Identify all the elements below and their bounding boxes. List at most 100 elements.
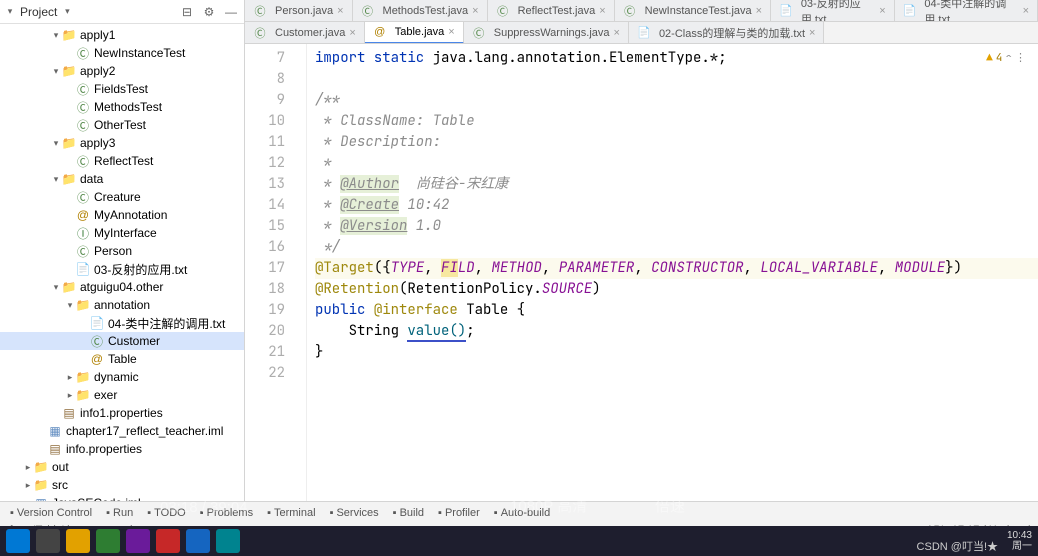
- dropdown-icon[interactable]: ▾: [61, 6, 73, 17]
- editor-tab[interactable]: ⒸSuppressWarnings.java×: [464, 22, 629, 44]
- close-icon[interactable]: ×: [599, 5, 605, 17]
- expand-icon[interactable]: ▸: [64, 390, 76, 401]
- code-line[interactable]: @Retention(RetentionPolicy.SOURCE): [315, 279, 1038, 300]
- tree-item[interactable]: ⒸOtherTest: [0, 116, 244, 134]
- code-line[interactable]: [315, 363, 1038, 384]
- tree-item[interactable]: 📄03-反射的应用.txt: [0, 260, 244, 278]
- tree-item[interactable]: ▸📁exer: [0, 386, 244, 404]
- tree-item[interactable]: @Table: [0, 350, 244, 368]
- app-icon[interactable]: [216, 529, 240, 553]
- explorer-icon[interactable]: [66, 529, 90, 553]
- settings-icon[interactable]: ⚙: [200, 3, 218, 21]
- editor-tab[interactable]: @Table.java×: [365, 22, 464, 44]
- tree-item[interactable]: @MyAnnotation: [0, 206, 244, 224]
- expand-icon[interactable]: ▾: [50, 138, 62, 149]
- tool-window-tab[interactable]: ▪Run: [100, 507, 139, 519]
- tool-window-tab[interactable]: ▪Terminal: [261, 507, 321, 519]
- code-line[interactable]: * @Version 1.0: [315, 216, 1038, 237]
- tree-item[interactable]: ▤info.properties: [0, 440, 244, 458]
- code-line[interactable]: String value();: [315, 321, 1038, 342]
- expand-icon[interactable]: ▸: [22, 480, 34, 491]
- expand-icon[interactable]: ▾: [50, 30, 62, 41]
- editor-tab[interactable]: ⒸReflectTest.java×: [488, 0, 615, 22]
- close-icon[interactable]: ×: [809, 27, 815, 39]
- tree-item[interactable]: ▾📁apply3: [0, 134, 244, 152]
- close-icon[interactable]: ×: [614, 27, 620, 39]
- expand-icon[interactable]: ▾: [64, 300, 76, 311]
- editor-tab[interactable]: ⒸNewInstanceTest.java×: [615, 0, 771, 22]
- tool-window-tab[interactable]: ▪Profiler: [432, 507, 486, 519]
- code-line[interactable]: @Target({TYPE, FILD, METHOD, PARAMETER, …: [315, 258, 1038, 279]
- code-line[interactable]: }: [315, 342, 1038, 363]
- editor-tab[interactable]: 📄02-Class的理解与类的加载.txt×: [629, 22, 825, 44]
- tree-item[interactable]: ⒾMyInterface: [0, 224, 244, 242]
- tree-item[interactable]: ▸📁out: [0, 458, 244, 476]
- app-icon[interactable]: [186, 529, 210, 553]
- code-line[interactable]: * @Create 10:42: [315, 195, 1038, 216]
- editor-tab[interactable]: ⒸPerson.java×: [245, 0, 353, 22]
- tree-item[interactable]: ⒸReflectTest: [0, 152, 244, 170]
- tree-item[interactable]: ▾📁annotation: [0, 296, 244, 314]
- expand-icon[interactable]: ▾: [50, 174, 62, 185]
- tree-item[interactable]: ▦chapter17_reflect_teacher.iml: [0, 422, 244, 440]
- code-line[interactable]: [315, 69, 1038, 90]
- code-line[interactable]: */: [315, 237, 1038, 258]
- collapse-icon[interactable]: ⊟: [178, 3, 196, 21]
- tree-item[interactable]: ⒸMethodsTest: [0, 98, 244, 116]
- tree-item[interactable]: ⒸNewInstanceTest: [0, 44, 244, 62]
- tree-item[interactable]: ⒸPerson: [0, 242, 244, 260]
- tree-item[interactable]: ▾📁atguigu04.other: [0, 278, 244, 296]
- editor-tab[interactable]: ⒸCustomer.java×: [245, 22, 365, 44]
- search-icon[interactable]: [36, 529, 60, 553]
- tree-item[interactable]: ▤info1.properties: [0, 404, 244, 422]
- tool-window-tab[interactable]: ▪Auto-build: [488, 507, 556, 519]
- code-line[interactable]: import static java.lang.annotation.Eleme…: [315, 48, 1038, 69]
- tree-item[interactable]: ▸📁src: [0, 476, 244, 494]
- app-icon[interactable]: [156, 529, 180, 553]
- chevron-down-icon[interactable]: ▾: [4, 6, 16, 17]
- tool-window-tab[interactable]: ▪Services: [324, 507, 385, 519]
- taskbar-clock[interactable]: 10:43周一: [1007, 530, 1032, 552]
- expand-icon[interactable]: ▾: [50, 66, 62, 77]
- editor-tab[interactable]: ⒸMethodsTest.java×: [353, 0, 488, 22]
- inspection-badge[interactable]: ▲ 4 ⌃ ⋮: [986, 48, 1026, 69]
- code-body[interactable]: ▲ 4 ⌃ ⋮ import static java.lang.annotati…: [307, 44, 1038, 508]
- tree-item[interactable]: ▸📁dynamic: [0, 368, 244, 386]
- expand-icon[interactable]: ▸: [64, 372, 76, 383]
- editor-tab[interactable]: 📄04-类中注解的调用.txt×: [895, 0, 1038, 22]
- close-icon[interactable]: ×: [879, 5, 885, 17]
- close-icon[interactable]: ×: [448, 26, 454, 38]
- code-line[interactable]: /**: [315, 90, 1038, 111]
- tree-item[interactable]: 📄04-类中注解的调用.txt: [0, 314, 244, 332]
- tool-window-tab[interactable]: ▪Build: [387, 507, 430, 519]
- code-line[interactable]: * ClassName: Table: [315, 111, 1038, 132]
- tree-item[interactable]: ⒸCustomer: [0, 332, 244, 350]
- project-tree[interactable]: ▾📁apply1ⒸNewInstanceTest▾📁apply2ⒸFieldsT…: [0, 24, 244, 508]
- tree-item[interactable]: ⒸCreature: [0, 188, 244, 206]
- expand-icon[interactable]: ▾: [50, 282, 62, 293]
- close-icon[interactable]: ×: [337, 5, 343, 17]
- code-line[interactable]: * Description:: [315, 132, 1038, 153]
- tool-window-tab[interactable]: ▪Version Control: [4, 507, 98, 519]
- start-icon[interactable]: [6, 529, 30, 553]
- windows-taskbar[interactable]: 10:43周一: [0, 526, 1038, 556]
- tree-item[interactable]: ▾📁data: [0, 170, 244, 188]
- tree-item[interactable]: ▾📁apply2: [0, 62, 244, 80]
- editor-tab[interactable]: 📄03-反射的应用.txt×: [771, 0, 895, 22]
- tool-window-tab[interactable]: ▪TODO: [141, 507, 191, 519]
- code-editor[interactable]: 78910111213141516171819202122 ▲ 4 ⌃ ⋮ im…: [245, 44, 1038, 508]
- expand-icon[interactable]: ▸: [22, 462, 34, 473]
- browser-icon[interactable]: [96, 529, 120, 553]
- code-line[interactable]: *: [315, 153, 1038, 174]
- close-icon[interactable]: ×: [472, 5, 478, 17]
- close-icon[interactable]: ×: [1023, 5, 1029, 17]
- close-icon[interactable]: ×: [756, 5, 762, 17]
- code-line[interactable]: * @Author 尚硅谷-宋红康: [315, 174, 1038, 195]
- tree-item[interactable]: ▾📁apply1: [0, 26, 244, 44]
- tool-window-tab[interactable]: ▪Problems: [194, 507, 259, 519]
- tree-item[interactable]: ⒸFieldsTest: [0, 80, 244, 98]
- close-icon[interactable]: ×: [349, 27, 355, 39]
- app-icon[interactable]: [126, 529, 150, 553]
- project-title[interactable]: Project: [20, 5, 57, 19]
- hide-icon[interactable]: —: [222, 3, 240, 21]
